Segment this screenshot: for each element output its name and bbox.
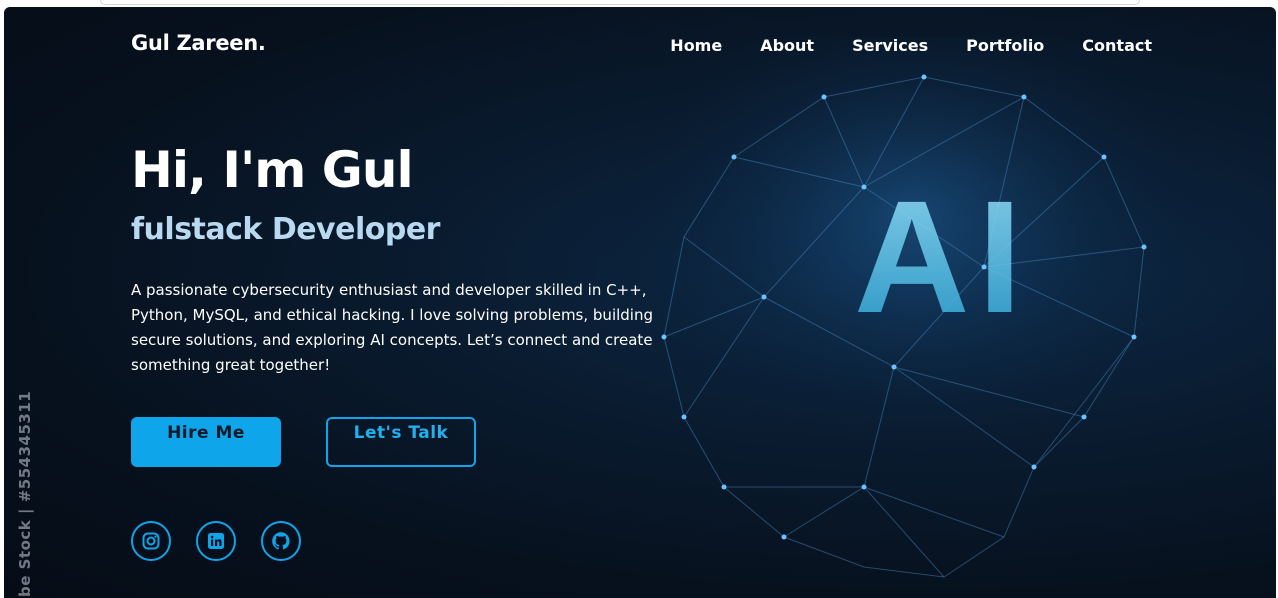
social-links <box>131 521 301 561</box>
linkedin-link[interactable] <box>196 521 236 561</box>
ai-glow-text: AI <box>854 167 1030 346</box>
nav-about[interactable]: About <box>760 36 814 55</box>
main-nav: Home About Services Portfolio Contact <box>670 36 1152 55</box>
instagram-link[interactable] <box>131 521 171 561</box>
site-logo[interactable]: Gul Zareen. <box>131 31 266 55</box>
lets-talk-button[interactable]: Let's Talk <box>326 417 476 467</box>
github-icon <box>272 532 290 550</box>
hire-me-button[interactable]: Hire Me <box>131 417 281 467</box>
linkedin-icon <box>208 533 224 549</box>
stock-watermark: be Stock | #554345311 <box>16 390 34 597</box>
github-link[interactable] <box>261 521 301 561</box>
nav-services[interactable]: Services <box>852 36 928 55</box>
nav-contact[interactable]: Contact <box>1082 36 1152 55</box>
hero-subtitle: fulstack Developer <box>131 212 440 247</box>
hero-description: A passionate cybersecurity enthusiast an… <box>131 281 653 374</box>
nav-home[interactable]: Home <box>670 36 722 55</box>
instagram-icon <box>142 532 160 550</box>
nav-portfolio[interactable]: Portfolio <box>966 36 1044 55</box>
browser-top-edge <box>100 0 1140 5</box>
hero-section: AI be Stock | #554345311 Gul Zareen. Hom… <box>4 7 1276 598</box>
hero-title: Hi, I'm Gul <box>131 141 414 199</box>
